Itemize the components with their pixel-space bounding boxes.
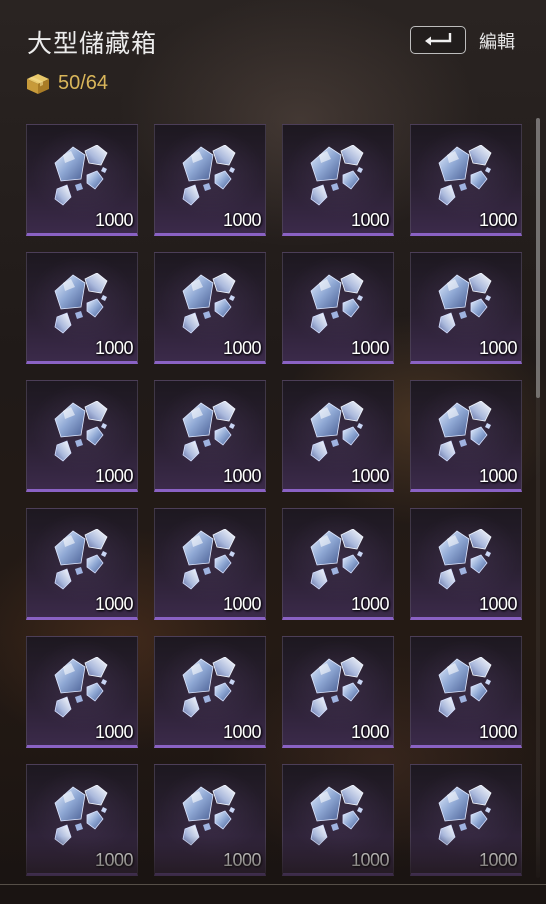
item-quantity: 1000 bbox=[478, 466, 518, 486]
item-quantity: 1000 bbox=[350, 466, 390, 486]
scrollbar-thumb[interactable] bbox=[536, 118, 540, 398]
inventory-slot[interactable]: 1000 bbox=[282, 508, 394, 620]
crystal-shards-icon bbox=[435, 784, 497, 849]
crystal-shards-icon bbox=[179, 656, 241, 721]
item-quantity: 1000 bbox=[94, 850, 134, 870]
item-quantity: 1000 bbox=[94, 210, 134, 230]
item-quantity: 1000 bbox=[222, 466, 262, 486]
item-quantity: 1000 bbox=[478, 850, 518, 870]
crystal-shards-icon bbox=[179, 528, 241, 593]
item-quantity: 1000 bbox=[350, 722, 390, 742]
scrollbar[interactable] bbox=[536, 118, 540, 878]
inventory-slot[interactable]: 1000 bbox=[26, 508, 138, 620]
crystal-shards-icon bbox=[51, 144, 113, 209]
inventory-slot[interactable]: 1000 bbox=[154, 380, 266, 492]
inventory-slot[interactable]: 1000 bbox=[26, 252, 138, 364]
item-quantity: 1000 bbox=[478, 594, 518, 614]
inventory-slot[interactable]: 1000 bbox=[282, 380, 394, 492]
crystal-shards-icon bbox=[435, 528, 497, 593]
inventory-slot[interactable]: 1000 bbox=[26, 636, 138, 748]
inventory-slot[interactable]: 1000 bbox=[410, 380, 522, 492]
inventory-slot[interactable]: 1000 bbox=[282, 252, 394, 364]
edit-button[interactable]: 編輯 bbox=[479, 28, 515, 54]
inventory-slot[interactable]: 1000 bbox=[154, 636, 266, 748]
storage-window: 大型儲藏箱 50/64 編輯 1000 1000 1000 1000 1000 1000 1… bbox=[0, 0, 546, 904]
item-quantity: 1000 bbox=[222, 722, 262, 742]
item-quantity: 1000 bbox=[94, 594, 134, 614]
crystal-shards-icon bbox=[307, 272, 369, 337]
crystal-shards-icon bbox=[51, 656, 113, 721]
inventory-slot[interactable]: 1000 bbox=[154, 764, 266, 876]
item-quantity: 1000 bbox=[350, 338, 390, 358]
crystal-shards-icon bbox=[435, 144, 497, 209]
inventory-slot[interactable]: 1000 bbox=[282, 124, 394, 236]
crystal-shards-icon bbox=[435, 656, 497, 721]
bottom-divider bbox=[0, 884, 546, 885]
item-quantity: 1000 bbox=[94, 722, 134, 742]
return-arrow-icon bbox=[423, 31, 453, 50]
crystal-shards-icon bbox=[51, 528, 113, 593]
item-quantity: 1000 bbox=[350, 594, 390, 614]
crystal-shards-icon bbox=[307, 656, 369, 721]
item-quantity: 1000 bbox=[350, 210, 390, 230]
crystal-shards-icon bbox=[51, 272, 113, 337]
crystal-shards-icon bbox=[435, 400, 497, 465]
inventory-slot[interactable]: 1000 bbox=[26, 764, 138, 876]
crystal-shards-icon bbox=[307, 144, 369, 209]
crystal-shards-icon bbox=[179, 784, 241, 849]
item-quantity: 1000 bbox=[94, 338, 134, 358]
item-quantity: 1000 bbox=[478, 722, 518, 742]
inventory-grid: 1000 1000 1000 1000 1000 1000 1000 1000 1000 1000… bbox=[0, 118, 546, 878]
item-quantity: 1000 bbox=[222, 338, 262, 358]
inventory-slot[interactable]: 1000 bbox=[154, 252, 266, 364]
item-quantity: 1000 bbox=[94, 466, 134, 486]
item-quantity: 1000 bbox=[222, 594, 262, 614]
crystal-shards-icon bbox=[51, 400, 113, 465]
item-quantity: 1000 bbox=[222, 210, 262, 230]
back-button[interactable] bbox=[410, 26, 466, 54]
inventory-slot[interactable]: 1000 bbox=[154, 124, 266, 236]
inventory-slot[interactable]: 1000 bbox=[282, 764, 394, 876]
inventory-slot[interactable]: 1000 bbox=[410, 252, 522, 364]
crystal-shards-icon bbox=[179, 144, 241, 209]
inventory-slot[interactable]: 1000 bbox=[282, 636, 394, 748]
box-icon bbox=[26, 73, 50, 95]
crystal-shards-icon bbox=[435, 272, 497, 337]
crystal-shards-icon bbox=[179, 400, 241, 465]
inventory-slot[interactable]: 1000 bbox=[154, 508, 266, 620]
capacity-indicator: 50/64 bbox=[26, 72, 108, 95]
item-quantity: 1000 bbox=[350, 850, 390, 870]
capacity-count: 50/64 bbox=[58, 72, 109, 94]
inventory-slot[interactable]: 1000 bbox=[410, 124, 522, 236]
page-title: 大型儲藏箱 bbox=[27, 29, 158, 58]
crystal-shards-icon bbox=[179, 272, 241, 337]
item-quantity: 1000 bbox=[478, 210, 518, 230]
inventory-slot[interactable]: 1000 bbox=[410, 508, 522, 620]
inventory-slot[interactable]: 1000 bbox=[410, 636, 522, 748]
item-quantity: 1000 bbox=[478, 338, 518, 358]
item-quantity: 1000 bbox=[222, 850, 262, 870]
inventory-slot[interactable]: 1000 bbox=[26, 124, 138, 236]
inventory-slot[interactable]: 1000 bbox=[26, 380, 138, 492]
crystal-shards-icon bbox=[307, 784, 369, 849]
inventory-slot[interactable]: 1000 bbox=[410, 764, 522, 876]
crystal-shards-icon bbox=[307, 400, 369, 465]
crystal-shards-icon bbox=[51, 784, 113, 849]
crystal-shards-icon bbox=[307, 528, 369, 593]
